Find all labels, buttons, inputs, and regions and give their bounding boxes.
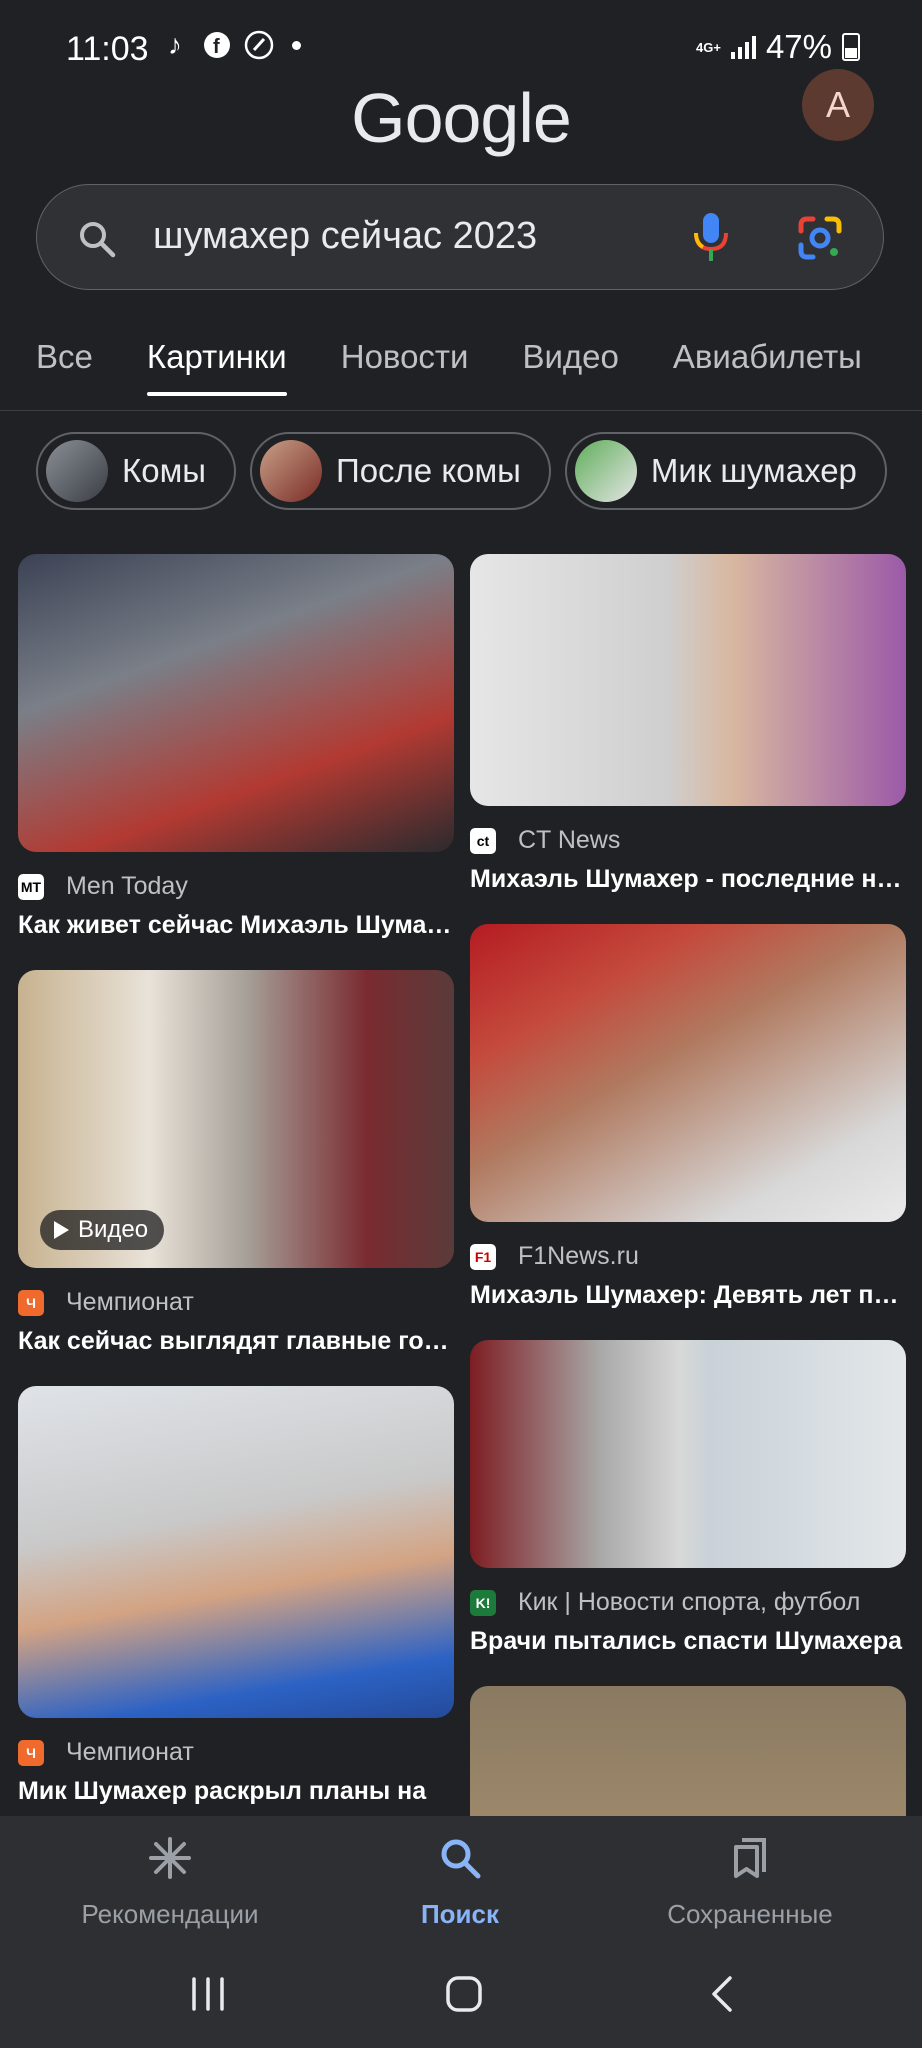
- result-image[interactable]: [470, 1340, 906, 1568]
- related-chips: Комы После комы Мик шумахер: [36, 432, 887, 510]
- svg-text:f: f: [213, 36, 220, 58]
- facebook-icon: f: [202, 30, 232, 60]
- tiktok-icon: ♪: [168, 29, 182, 60]
- status-time: 11:03: [66, 30, 149, 68]
- asterisk-icon: [149, 1837, 191, 1879]
- favicon-icon: ct: [470, 827, 496, 854]
- favicon-icon: F1: [470, 1243, 496, 1270]
- network-type: 4G+: [696, 39, 721, 55]
- source-name: F1News.ru: [518, 1242, 639, 1270]
- video-badge: Видео: [40, 1210, 165, 1250]
- source-name: Кик | Новости спорта, футбол: [518, 1588, 861, 1616]
- tab-all[interactable]: Все: [36, 338, 93, 396]
- lens-icon[interactable]: [797, 215, 843, 261]
- tabs-divider: [0, 410, 922, 411]
- result-image[interactable]: [18, 554, 454, 852]
- result-card[interactable]: MT Men Today Как живет сейчас Михаэль Шу…: [18, 554, 454, 940]
- source-name: Men Today: [66, 872, 188, 900]
- system-navigation: [0, 1932, 922, 2048]
- home-icon[interactable]: [444, 1974, 484, 2014]
- nav-label: Сохраненные: [667, 1899, 833, 1929]
- play-icon: [54, 1221, 69, 1239]
- result-image[interactable]: [470, 554, 906, 806]
- google-logo[interactable]: Google: [0, 78, 922, 158]
- chip-thumbnail: [46, 440, 108, 502]
- tab-flights[interactable]: Авиабилеты: [673, 338, 862, 396]
- result-image[interactable]: Видео: [18, 970, 454, 1268]
- result-image[interactable]: [470, 924, 906, 1222]
- bottom-navigation: Рекомендации Поиск Сохраненные: [0, 1816, 922, 1932]
- result-title[interactable]: Михаэль Шумахер: Девять лет после: [470, 1281, 906, 1310]
- result-title[interactable]: Как живет сейчас Михаэль Шумахер: [18, 911, 454, 940]
- favicon-icon: Ч: [18, 1289, 44, 1316]
- search-box[interactable]: шумахер сейчас 2023: [36, 184, 884, 290]
- nav-label: Рекомендации: [81, 1899, 259, 1929]
- tab-news[interactable]: Новости: [341, 338, 469, 396]
- status-right: 4G+ 47%: [696, 28, 860, 66]
- favicon-icon: Ч: [18, 1739, 44, 1766]
- result-card[interactable]: K! Кик | Новости спорта, футбол Врачи пы…: [470, 1340, 906, 1656]
- source-name: Чемпионат: [66, 1288, 194, 1316]
- more-notifications-dot: [292, 40, 301, 50]
- chip-after-coma[interactable]: После комы: [249, 432, 551, 510]
- nav-search[interactable]: Поиск: [360, 1836, 560, 1930]
- result-title[interactable]: Врачи пытались спасти Шумахера: [470, 1627, 906, 1656]
- back-icon[interactable]: [706, 1974, 736, 2014]
- source-name: Чемпионат: [66, 1738, 194, 1766]
- result-source: MT Men Today: [18, 872, 454, 901]
- chip-label: Комы: [122, 452, 206, 489]
- chip-mick-schumacher[interactable]: Мик шумахер: [564, 432, 887, 510]
- nav-saved[interactable]: Сохраненные: [640, 1836, 860, 1930]
- result-card[interactable]: ct CT News Михаэль Шумахер - последние н…: [470, 554, 906, 894]
- result-title[interactable]: Михаэль Шумахер - последние новости: [470, 865, 906, 894]
- notification-icons: ♪ f: [160, 29, 301, 60]
- search-icon: [441, 1839, 481, 1879]
- search-icon[interactable]: [77, 219, 117, 259]
- result-source: ct CT News: [470, 826, 906, 855]
- battery-percent: 47%: [765, 28, 832, 65]
- result-title[interactable]: Мик Шумахер раскрыл планы на: [18, 1777, 454, 1806]
- result-source: K! Кик | Новости спорта, футбол: [470, 1588, 906, 1617]
- result-card[interactable]: Ч Чемпионат Мик Шумахер раскрыл планы на: [18, 1386, 454, 1806]
- tab-images[interactable]: Картинки: [146, 338, 287, 396]
- video-badge-label: Видео: [78, 1216, 149, 1243]
- mic-icon[interactable]: [691, 211, 731, 263]
- source-name: CT News: [518, 826, 621, 854]
- favicon-icon: MT: [18, 873, 44, 900]
- saved-collections-icon: [734, 1838, 766, 1878]
- result-title[interactable]: Как сейчас выглядят главные гонщики: [18, 1327, 454, 1356]
- nav-recommendations[interactable]: Рекомендации: [60, 1836, 280, 1930]
- favicon-icon: K!: [470, 1589, 496, 1616]
- result-image[interactable]: [18, 1386, 454, 1718]
- chip-thumbnail: [574, 440, 637, 502]
- account-avatar[interactable]: A: [802, 69, 874, 141]
- chip-thumbnail: [259, 440, 322, 502]
- signal-icon: [730, 35, 756, 59]
- result-source: F1 F1News.ru: [470, 1242, 906, 1271]
- chip-label: Мик шумахер: [650, 452, 857, 489]
- result-source: Ч Чемпионат: [18, 1288, 454, 1317]
- result-source: Ч Чемпионат: [18, 1738, 454, 1767]
- recent-apps-icon[interactable]: [190, 1976, 226, 2012]
- chip-label: После комы: [335, 452, 521, 489]
- result-card[interactable]: F1 F1News.ru Михаэль Шумахер: Девять лет…: [470, 924, 906, 1310]
- tab-video[interactable]: Видео: [522, 338, 618, 396]
- cleaner-icon: [244, 30, 274, 60]
- chip-coma[interactable]: Комы: [36, 432, 236, 510]
- search-input[interactable]: шумахер сейчас 2023: [153, 215, 537, 258]
- battery-icon: [842, 33, 860, 61]
- result-card[interactable]: Видео Ч Чемпионат Как сейчас выглядят гл…: [18, 970, 454, 1356]
- search-tabs: Все Картинки Новости Видео Авиабилеты: [36, 338, 862, 396]
- nav-label: Поиск: [420, 1899, 500, 1929]
